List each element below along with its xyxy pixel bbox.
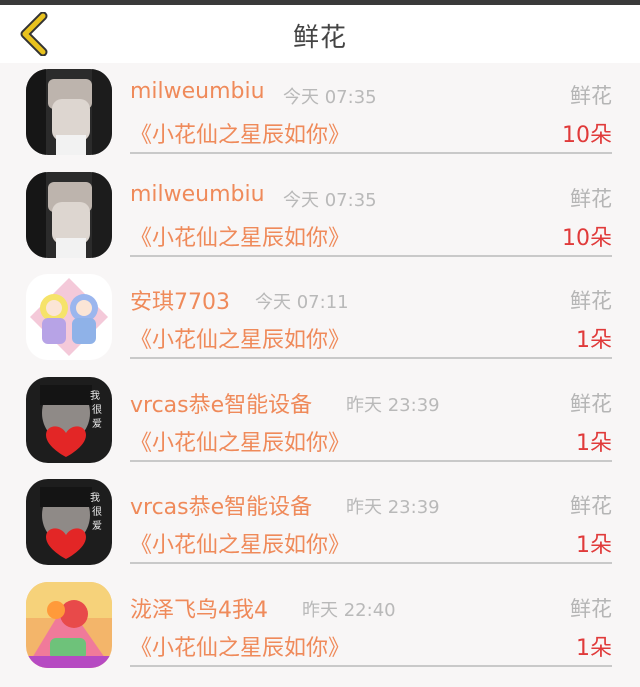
page-title: 鲜花 xyxy=(292,23,347,53)
divider xyxy=(130,254,612,257)
song-title[interactable]: 《小花仙之星辰如你》 xyxy=(130,220,350,252)
list-item[interactable]: milweumbiu 今天 07:35 鲜花 《小花仙之星辰如你》 10朵 xyxy=(0,63,640,166)
avatar[interactable]: 我 很 爱 xyxy=(26,479,112,565)
list-item[interactable]: 我 很 爱 vrcas恭e智能设备 昨天 23:39 鲜花 《小花仙之星辰如你》… xyxy=(0,473,640,576)
avatar[interactable] xyxy=(26,69,112,155)
flower-count: 1朵 xyxy=(576,328,612,353)
header-bar: 鲜花 xyxy=(0,5,640,63)
list-item[interactable]: milweumbiu 今天 07:35 鲜花 《小花仙之星辰如你》 10朵 xyxy=(0,166,640,269)
gift-type: 鲜花 xyxy=(570,186,612,211)
flower-count: 10朵 xyxy=(562,123,612,148)
sender-name[interactable]: vrcas恭e智能设备 xyxy=(130,387,312,419)
sender-name[interactable]: milweumbiu xyxy=(130,182,265,207)
svg-text:爱: 爱 xyxy=(92,417,102,430)
svg-text:我: 我 xyxy=(90,390,100,402)
send-time: 昨天 22:40 xyxy=(302,599,396,621)
list-item[interactable]: 泷泽飞鸟4我4 昨天 22:40 鲜花 《小花仙之星辰如你》 1朵 xyxy=(0,576,640,679)
send-time: 今天 07:11 xyxy=(255,292,349,313)
flower-count: 1朵 xyxy=(576,635,612,661)
list-item[interactable]: 我 很 爱 vrcas恭e智能设备 昨天 23:39 鲜花 《小花仙之星辰如你》… xyxy=(0,371,640,474)
gift-type: 鲜花 xyxy=(570,289,612,313)
flower-count: 1朵 xyxy=(576,533,612,558)
song-title[interactable]: 《小花仙之星辰如你》 xyxy=(130,630,350,662)
divider xyxy=(130,664,612,667)
gift-type: 鲜花 xyxy=(570,494,612,518)
sender-name[interactable]: 泷泽飞鸟4我4 xyxy=(130,592,268,624)
gift-type: 鲜花 xyxy=(570,391,612,416)
send-time: 昨天 23:39 xyxy=(346,497,440,518)
send-time: 今天 07:35 xyxy=(283,87,377,108)
song-title[interactable]: 《小花仙之星辰如你》 xyxy=(130,117,350,149)
song-title[interactable]: 《小花仙之星辰如你》 xyxy=(130,527,350,559)
divider xyxy=(130,357,612,359)
svg-text:我: 我 xyxy=(90,492,100,504)
sender-name[interactable]: vrcas恭e智能设备 xyxy=(130,489,312,521)
svg-text:很: 很 xyxy=(92,403,102,416)
divider xyxy=(130,459,612,462)
flower-count: 10朵 xyxy=(562,225,612,251)
song-title[interactable]: 《小花仙之星辰如你》 xyxy=(130,322,350,354)
sender-name[interactable]: 安琪7703 xyxy=(130,284,230,316)
avatar[interactable]: 我 很 爱 xyxy=(26,376,112,463)
sender-name[interactable]: milweumbiu xyxy=(130,79,265,104)
svg-text:爱: 爱 xyxy=(92,519,102,532)
send-time: 昨天 23:39 xyxy=(346,394,440,416)
list-item[interactable]: 安琪7703 今天 07:11 鲜花 《小花仙之星辰如你》 1朵 xyxy=(0,268,640,371)
svg-text:很: 很 xyxy=(92,505,102,518)
flower-record-list: milweumbiu 今天 07:35 鲜花 《小花仙之星辰如你》 10朵 mi… xyxy=(0,63,640,678)
gift-type: 鲜花 xyxy=(570,84,612,108)
avatar[interactable] xyxy=(26,171,112,258)
flower-count: 1朵 xyxy=(576,430,612,456)
divider xyxy=(130,152,612,154)
avatar[interactable] xyxy=(26,274,112,360)
divider xyxy=(130,562,612,564)
song-title[interactable]: 《小花仙之星辰如你》 xyxy=(130,425,350,457)
send-time: 今天 07:35 xyxy=(283,189,377,211)
avatar[interactable] xyxy=(26,581,112,668)
gift-type: 鲜花 xyxy=(570,596,612,621)
